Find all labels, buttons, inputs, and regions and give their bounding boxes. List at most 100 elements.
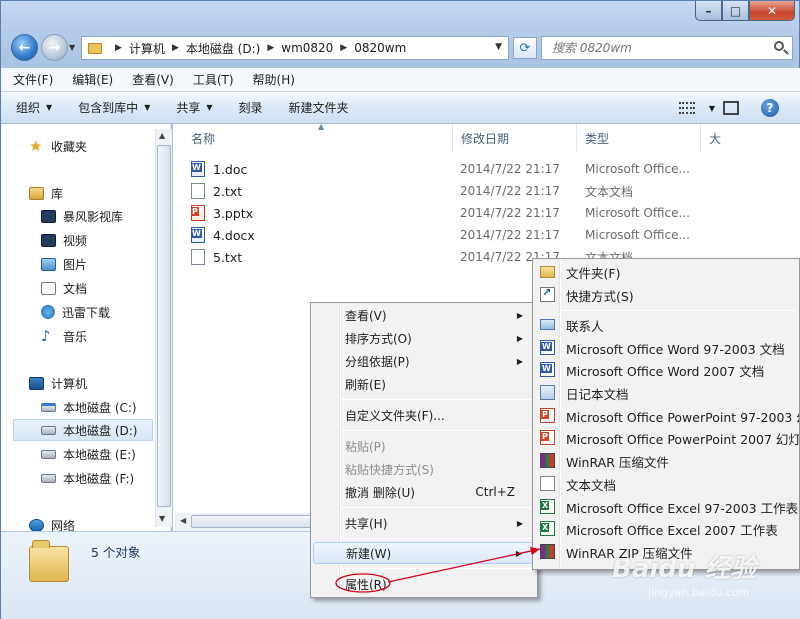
new-item-ppt-97[interactable]: Microsoft Office PowerPoint 97-2003 幻	[535, 405, 799, 427]
chevron-right-icon[interactable]: ▶	[172, 43, 179, 53]
nav-item-pictures[interactable]: 图片	[41, 253, 87, 275]
include-in-library-button[interactable]: 包含到库中 ▼	[78, 99, 150, 116]
scrollbar-thumb[interactable]	[191, 515, 315, 528]
menu-item-sort[interactable]: 排序方式(O) ▶	[313, 327, 533, 349]
breadcrumb: ▶ 计算机 ▶ 本地磁盘 (D:) ▶ wm0820 ▶ 0820wm	[108, 40, 406, 57]
nav-item-music[interactable]: ♪ 音乐	[41, 325, 87, 347]
search-icon[interactable]	[774, 41, 784, 51]
close-button[interactable]: ✕	[749, 1, 795, 21]
file-row[interactable]: 3.pptx 2014/7/22 21:17 Microsoft Office.…	[191, 202, 800, 224]
new-item-contact[interactable]: 联系人	[535, 314, 799, 336]
address-bar[interactable]: ▶ 计算机 ▶ 本地磁盘 (D:) ▶ wm0820 ▶ 0820wm ▼	[81, 36, 509, 60]
menu-label: Microsoft Office PowerPoint 97-2003 幻	[566, 409, 799, 425]
new-item-ppt-2007[interactable]: Microsoft Office PowerPoint 2007 幻灯片	[535, 427, 799, 449]
nav-label: 视频	[63, 233, 88, 248]
column-header-name[interactable]: 名称	[183, 124, 453, 152]
submenu-arrow-icon: ▶	[516, 333, 523, 343]
nav-drive-d[interactable]: 本地磁盘 (D:)	[13, 419, 153, 441]
nav-label: 本地磁盘 (D:)	[63, 423, 138, 438]
breadcrumb-item[interactable]: 0820wm	[354, 41, 406, 55]
nav-item-documents[interactable]: 文档	[41, 277, 87, 299]
scroll-left-arrow-icon[interactable]: ◀	[180, 516, 186, 525]
file-list-hscrollbar[interactable]: ◀	[175, 513, 315, 531]
file-row[interactable]: 2.txt 2014/7/22 21:17 文本文档	[191, 180, 800, 202]
nav-libraries[interactable]: 库	[29, 182, 63, 204]
new-item-shortcut[interactable]: 快捷方式(S)	[535, 284, 799, 306]
column-header-size[interactable]: 大	[701, 124, 800, 152]
menu-item-group[interactable]: 分组依据(P) ▶	[313, 350, 533, 372]
new-item-journal[interactable]: 日记本文档	[535, 382, 799, 404]
file-date: 2014/7/22 21:17	[460, 162, 560, 176]
text-file-icon	[191, 183, 205, 199]
nav-computer[interactable]: 计算机	[29, 372, 87, 394]
breadcrumb-item[interactable]: wm0820	[281, 41, 333, 55]
file-row[interactable]: 4.docx 2014/7/22 21:17 Microsoft Office.…	[191, 224, 800, 246]
chevron-down-icon[interactable]: ▼	[709, 104, 715, 113]
breadcrumb-item[interactable]: 本地磁盘 (D:)	[186, 40, 260, 57]
nav-item-baofeng[interactable]: 暴风影视库	[41, 205, 123, 227]
new-item-winrar[interactable]: WinRAR 压缩文件	[535, 450, 799, 472]
menu-item-properties[interactable]: 属性(R)	[313, 573, 533, 595]
menu-edit[interactable]: 编辑(E)	[72, 71, 113, 88]
nav-drive-c[interactable]: 本地磁盘 (C:)	[41, 396, 137, 418]
menu-item-new[interactable]: 新建(W) ▶	[313, 542, 533, 564]
nav-pane-scrollbar[interactable]: ▲ ▼	[155, 129, 172, 527]
menu-view[interactable]: 查看(V)	[132, 71, 174, 88]
preview-pane-icon[interactable]	[723, 101, 739, 115]
new-item-word-2007[interactable]: Microsoft Office Word 2007 文档	[535, 359, 799, 381]
scroll-down-arrow-icon[interactable]: ▼	[159, 514, 165, 523]
forward-button[interactable]: →	[41, 34, 68, 61]
nav-drive-e[interactable]: 本地磁盘 (E:)	[41, 443, 136, 465]
back-button[interactable]: ←	[11, 34, 38, 61]
menu-item-refresh[interactable]: 刷新(E)	[313, 373, 533, 395]
chevron-right-icon[interactable]: ▶	[267, 43, 274, 53]
new-item-text[interactable]: 文本文档	[535, 473, 799, 495]
file-row[interactable]: 1.doc 2014/7/22 21:17 Microsoft Office..…	[191, 158, 800, 180]
new-item-excel-97[interactable]: Microsoft Office Excel 97-2003 工作表	[535, 496, 799, 518]
navigation-pane: ★ 收藏夹 库 暴风影视库 视频 图片 文档 迅雷下载 ♪ 音乐 计算机 本地磁…	[1, 124, 171, 533]
help-icon[interactable]: ?	[761, 99, 779, 117]
nav-item-videos[interactable]: 视频	[41, 229, 87, 251]
menu-tools[interactable]: 工具(T)	[193, 71, 234, 88]
breadcrumb-item[interactable]: 计算机	[129, 40, 165, 57]
menu-file[interactable]: 文件(F)	[13, 71, 53, 88]
view-options-icon[interactable]	[678, 102, 695, 114]
submenu-arrow-icon: ▶	[516, 356, 523, 366]
chevron-right-icon[interactable]: ▶	[340, 43, 347, 53]
file-name-cell: 1.doc	[191, 161, 460, 177]
submenu-arrow-icon: ▶	[515, 548, 522, 558]
column-header-date[interactable]: 修改日期	[453, 124, 577, 152]
baidu-watermark: Baidu 经验	[612, 554, 757, 584]
shortcut-label: Ctrl+Z	[475, 485, 515, 499]
command-bar: 组织 ▼ 包含到库中 ▼ 共享 ▼ 刻录 新建文件夹 ▼ ?	[1, 92, 800, 124]
menu-item-customize-folder[interactable]: 自定义文件夹(F)...	[313, 404, 533, 426]
scrollbar-thumb[interactable]	[157, 145, 171, 507]
refresh-button[interactable]: ⟳	[513, 37, 537, 59]
nav-favorites[interactable]: ★ 收藏夹	[29, 135, 87, 157]
column-header-type[interactable]: 类型	[577, 124, 701, 152]
recent-pages-dropdown[interactable]: ▼	[69, 43, 75, 52]
new-item-folder[interactable]: 文件夹(F)	[535, 261, 799, 283]
minimize-button[interactable]: –	[695, 1, 722, 21]
maximize-button[interactable]: □	[722, 1, 749, 21]
nav-label: 图片	[63, 257, 88, 272]
new-folder-button[interactable]: 新建文件夹	[289, 99, 349, 116]
menu-help[interactable]: 帮助(H)	[253, 71, 295, 88]
winrar-icon	[540, 453, 555, 468]
new-item-excel-2007[interactable]: Microsoft Office Excel 2007 工作表	[535, 518, 799, 540]
file-type: 文本文档	[585, 184, 634, 199]
search-input[interactable]	[552, 41, 762, 55]
scroll-up-arrow-icon[interactable]: ▲	[159, 131, 165, 140]
share-button[interactable]: 共享 ▼	[176, 99, 212, 116]
organize-button[interactable]: 组织 ▼	[16, 99, 52, 116]
menu-item-share[interactable]: 共享(H) ▶	[313, 512, 533, 534]
chevron-right-icon[interactable]: ▶	[115, 43, 122, 53]
menu-item-undo-delete[interactable]: 撤消 删除(U) Ctrl+Z	[313, 481, 533, 503]
burn-button[interactable]: 刻录	[239, 99, 263, 116]
new-item-word-97[interactable]: Microsoft Office Word 97-2003 文档	[535, 337, 799, 359]
menu-item-view[interactable]: 查看(V) ▶	[313, 304, 533, 326]
nav-item-thunder[interactable]: 迅雷下载	[41, 301, 110, 323]
menu-label: 文本文档	[566, 477, 617, 493]
address-history-dropdown[interactable]: ▼	[495, 42, 502, 52]
nav-drive-f[interactable]: 本地磁盘 (F:)	[41, 467, 134, 489]
